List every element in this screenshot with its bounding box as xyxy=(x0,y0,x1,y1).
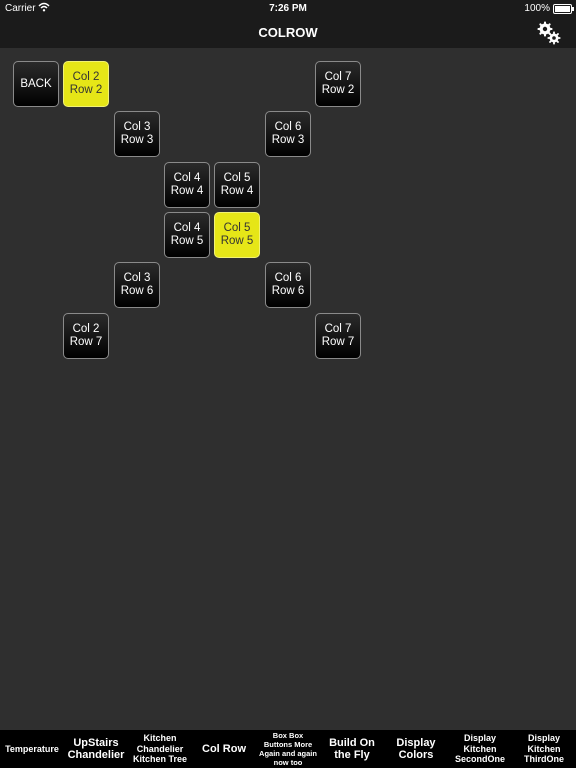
tab-label-line: Display xyxy=(463,733,496,744)
cell-row-label: Row 4 xyxy=(220,185,254,197)
cell-col5-row5[interactable]: Col 5 Row 5 xyxy=(214,212,260,258)
back-label: BACK xyxy=(20,77,52,90)
tab-label-line: Kitchen xyxy=(463,743,497,754)
cell-row-label: Row 7 xyxy=(69,336,103,348)
cell-col2-row7[interactable]: Col 2 Row 7 xyxy=(63,313,109,359)
cell-col-label: Col 4 xyxy=(173,222,201,234)
tab-label-line: Chandelier xyxy=(67,749,125,761)
tab-label-line: now too xyxy=(273,758,303,767)
cell-col-label: Col 2 xyxy=(72,323,100,335)
cell-col-label: Col 4 xyxy=(173,172,201,184)
cell-row-label: Row 6 xyxy=(271,285,305,297)
tab-display-kitchen-secondone[interactable]: Display Kitchen SecondOne xyxy=(448,730,512,768)
cell-col7-row2[interactable]: Col 7 Row 2 xyxy=(315,61,361,107)
button-grid: BACK Col 2 Row 2 Col 7 Row 2 Col 3 Row 3 Col 6… xyxy=(0,48,576,730)
cell-col-label: Col 5 xyxy=(223,172,251,184)
cell-row-label: Row 7 xyxy=(321,336,355,348)
cell-row-label: Row 2 xyxy=(321,84,355,96)
tab-display-colors[interactable]: Display Colors xyxy=(384,730,448,768)
cell-col2-row2[interactable]: Col 2 Row 2 xyxy=(63,61,109,107)
cell-row-label: Row 3 xyxy=(120,134,154,146)
tab-kitchen-chandelier-kitchen-tree[interactable]: Kitchen Chandelier Kitchen Tree xyxy=(128,730,192,768)
status-bar: Carrier 7:26 PM 100% xyxy=(0,0,576,18)
tab-label-line: ThirdOne xyxy=(524,754,564,765)
tab-label-line: Kitchen xyxy=(143,733,177,744)
battery-icon xyxy=(553,4,574,14)
cell-col-label: Col 5 xyxy=(223,222,251,234)
tab-label-line: Kitchen Tree xyxy=(132,754,188,765)
cell-col6-row3[interactable]: Col 6 Row 3 xyxy=(265,111,311,157)
cell-col4-row4[interactable]: Col 4 Row 4 xyxy=(164,162,210,208)
back-button[interactable]: BACK xyxy=(13,61,59,107)
tab-label-line: Kitchen xyxy=(527,743,561,754)
tab-build-on-the-fly[interactable]: Build On the Fly xyxy=(320,730,384,768)
tab-label-line: Build On xyxy=(329,736,375,749)
tab-label-line: SecondOne xyxy=(454,754,505,765)
tab-label-line: Chandelier xyxy=(136,743,184,754)
cell-row-label: Row 5 xyxy=(170,235,204,247)
cell-row-label: Row 2 xyxy=(69,84,103,96)
tab-bar: Temperature UpStairs Chandelier Kitchen Chan… xyxy=(0,730,576,768)
tab-label-line: the Fly xyxy=(334,749,370,761)
tab-label-line: Col Row xyxy=(202,742,246,755)
tab-label-line: Display xyxy=(527,733,560,744)
tab-col-row[interactable]: Col Row xyxy=(192,730,256,768)
cell-row-label: Row 5 xyxy=(220,235,254,247)
cell-row-label: Row 3 xyxy=(271,134,305,146)
battery-percent: 100% xyxy=(524,3,550,14)
cell-col-label: Col 6 xyxy=(274,121,302,133)
nav-bar: COLROW xyxy=(0,18,576,48)
tab-label-line: Box Box xyxy=(272,731,304,740)
tab-upstairs-chandelier[interactable]: UpStairs Chandelier xyxy=(64,730,128,768)
gears-icon[interactable] xyxy=(535,19,563,47)
page-title: COLROW xyxy=(258,25,318,40)
cell-col7-row7[interactable]: Col 7 Row 7 xyxy=(315,313,361,359)
cell-row-label: Row 4 xyxy=(170,185,204,197)
tab-label-line: Colors xyxy=(398,749,434,761)
cell-col6-row6[interactable]: Col 6 Row 6 xyxy=(265,262,311,308)
clock: 7:26 PM xyxy=(269,3,307,14)
tab-temperature[interactable]: Temperature xyxy=(0,730,64,768)
cell-col-label: Col 3 xyxy=(123,121,151,133)
tab-label-line: Buttons More xyxy=(263,740,313,749)
cell-row-label: Row 6 xyxy=(120,285,154,297)
cell-col4-row5[interactable]: Col 4 Row 5 xyxy=(164,212,210,258)
cell-col-label: Col 2 xyxy=(72,71,100,83)
cell-col3-row3[interactable]: Col 3 Row 3 xyxy=(114,111,160,157)
tab-label-line: Temperature xyxy=(5,743,59,754)
tab-box-box-buttons-more-again-and-again-now-too[interactable]: Box Box Buttons More Again and again now to… xyxy=(256,730,320,768)
tab-label-line: Again and again xyxy=(259,749,317,758)
tab-label-line: UpStairs xyxy=(73,736,119,749)
tab-label-line: Display xyxy=(396,736,436,749)
cell-col3-row6[interactable]: Col 3 Row 6 xyxy=(114,262,160,308)
tab-display-kitchen-thirdone[interactable]: Display Kitchen ThirdOne xyxy=(512,730,576,768)
cell-col-label: Col 3 xyxy=(123,272,151,284)
cell-col-label: Col 6 xyxy=(274,272,302,284)
cell-col5-row4[interactable]: Col 5 Row 4 xyxy=(214,162,260,208)
cell-col-label: Col 7 xyxy=(324,71,352,83)
cell-col-label: Col 7 xyxy=(324,323,352,335)
